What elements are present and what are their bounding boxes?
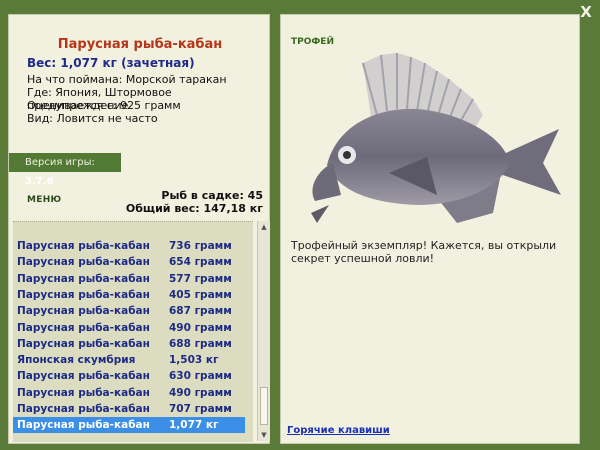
catch-weight: 1,503 кг bbox=[169, 354, 219, 367]
catch-name: Парусная рыба-кабан bbox=[17, 240, 150, 252]
catch-list-scrollbar[interactable]: ▲ ▼ bbox=[257, 221, 270, 441]
version-label: Версия игры: bbox=[25, 157, 95, 168]
fish-image bbox=[311, 53, 561, 223]
catch-list-row[interactable]: Парусная рыба-кабан 736 грамм bbox=[13, 238, 245, 254]
catch-name: Парусная рыба-кабан bbox=[17, 272, 150, 285]
catch-list-row[interactable]: Парусная рыба-кабан 687 грамм bbox=[13, 303, 245, 319]
catch-weight: 1,077 кг bbox=[169, 419, 219, 432]
menu-button[interactable]: МЕНЮ bbox=[27, 195, 61, 205]
trophy-panel: ТРОФЕЙ Трофейный экземпляр! Кажется, вы … bbox=[280, 14, 580, 444]
species-info: Вид: Ловится не часто bbox=[27, 112, 158, 125]
catch-weight: 654 грамм bbox=[169, 256, 232, 269]
catch-weight: 630 грамм bbox=[169, 370, 232, 383]
catch-list-row[interactable]: Парусная рыба-кабан 630 грамм bbox=[13, 368, 245, 384]
cage-stats: Рыб в садке: 45 Общий вес: 147,18 кг bbox=[126, 189, 263, 215]
bait-info: На что поймана: Морской таракан bbox=[27, 73, 227, 86]
catch-name: Парусная рыба-кабан bbox=[17, 419, 150, 432]
catch-info-panel: Парусная рыба-кабан Вес: 1,077 кг (зачет… bbox=[8, 14, 270, 444]
catch-list-row[interactable]: Парусная рыба-кабан 405 грамм bbox=[13, 287, 245, 303]
catch-weight: 490 грамм bbox=[169, 386, 232, 399]
game-version: Версия игры: 3.7.6 bbox=[9, 153, 121, 187]
value-info: Оценивается с: 925 грамм bbox=[27, 99, 181, 112]
total-weight: Общий вес: 147,18 кг bbox=[125, 202, 263, 215]
version-value: 3.7.6 bbox=[25, 176, 54, 187]
catch-list-row[interactable]: Парусная рыба-кабан 490 грамм bbox=[13, 320, 245, 336]
catch-weight: 405 грамм bbox=[169, 288, 232, 301]
catch-name: Парусная рыба-кабан bbox=[17, 305, 150, 318]
trophy-description: Трофейный экземпляр! Кажется, вы открыли… bbox=[291, 239, 557, 265]
catch-name: Парусная рыба-кабан bbox=[17, 370, 150, 383]
catch-weight: 688 грамм bbox=[169, 337, 232, 350]
hotkeys-link[interactable]: Горячие клавиши bbox=[287, 425, 390, 436]
scroll-thumb[interactable] bbox=[260, 387, 268, 425]
catch-name: Парусная рыба-кабан bbox=[17, 288, 150, 301]
catch-weight: 687 грамм bbox=[169, 305, 232, 318]
fish-title: Парусная рыба-кабан bbox=[57, 37, 223, 52]
catch-weight: 577 грамм bbox=[169, 272, 232, 285]
fish-count: Рыб в садке: 45 bbox=[161, 189, 263, 202]
close-button[interactable]: X bbox=[578, 4, 594, 20]
catch-list-row[interactable]: Японская скумбрия 1,503 кг bbox=[13, 352, 245, 368]
catch-list-row[interactable]: Парусная рыба-кабан 1,077 кг bbox=[13, 417, 245, 434]
catch-name: Парусная рыба-кабан bbox=[17, 321, 150, 334]
catch-weight: 736 грамм bbox=[169, 240, 232, 252]
fish-weight: Вес: 1,077 кг (зачетная) bbox=[27, 56, 195, 70]
catch-list[interactable]: Парусная рыба-кабан 736 грамм Парусная рыб… bbox=[13, 221, 253, 442]
catch-list-row[interactable]: Парусная рыба-кабан 577 грамм bbox=[13, 271, 245, 287]
scroll-up-arrow-icon[interactable]: ▲ bbox=[258, 221, 270, 233]
catch-name: Парусная рыба-кабан bbox=[17, 256, 150, 269]
catch-name: Парусная рыба-кабан bbox=[17, 337, 150, 350]
catch-weight: 490 грамм bbox=[169, 321, 232, 334]
catch-list-row[interactable]: Парусная рыба-кабан 490 грамм bbox=[13, 385, 245, 401]
catch-name: Парусная рыба-кабан bbox=[17, 386, 150, 399]
catch-list-row[interactable]: Парусная рыба-кабан 654 грамм bbox=[13, 254, 245, 270]
catch-list-row[interactable]: Парусная рыба-кабан 688 грамм bbox=[13, 336, 245, 352]
catch-weight: 707 грамм bbox=[169, 403, 232, 415]
scroll-down-arrow-icon[interactable]: ▼ bbox=[258, 429, 270, 441]
catch-name: Японская скумбрия bbox=[17, 354, 136, 367]
catch-list-row[interactable]: Парусная рыба-кабан 707 грамм bbox=[13, 401, 245, 417]
catch-name: Парусная рыба-кабан bbox=[17, 403, 150, 415]
